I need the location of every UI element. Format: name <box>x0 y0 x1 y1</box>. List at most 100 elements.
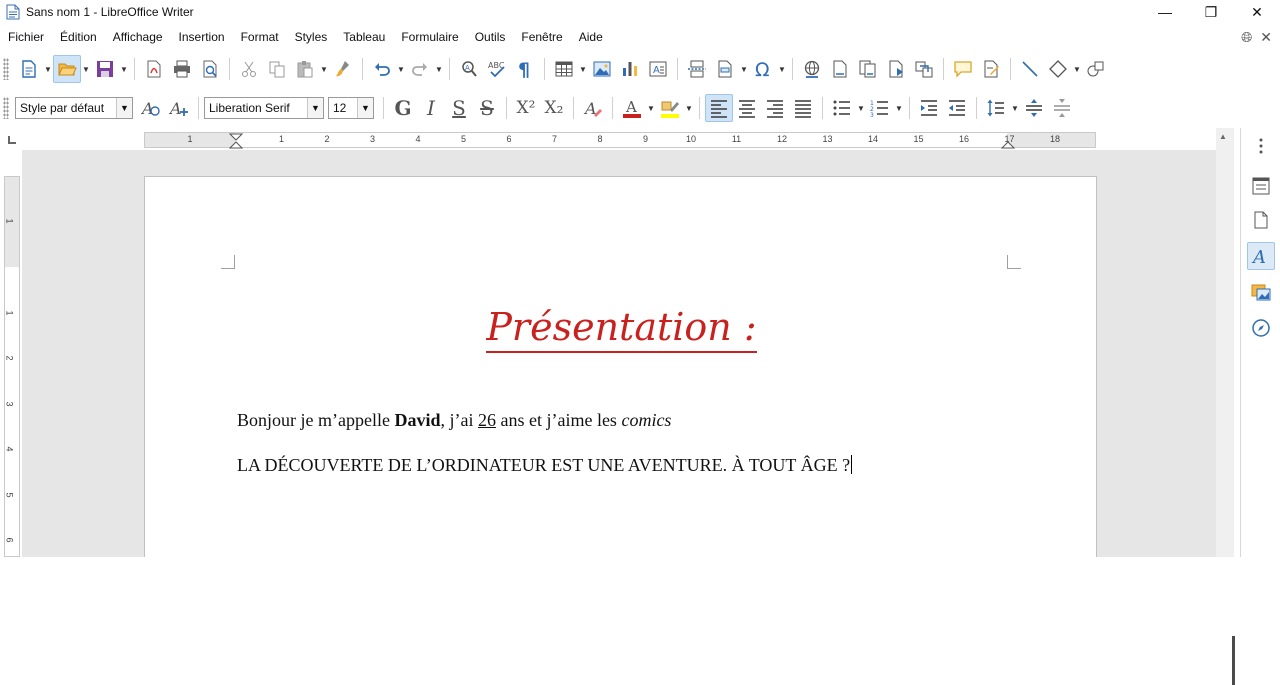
insert-table-button[interactable] <box>550 55 578 83</box>
insert-footnote-button[interactable] <box>826 55 854 83</box>
paste-button[interactable] <box>291 55 319 83</box>
chevron-down-icon[interactable]: ▼ <box>116 98 132 118</box>
menu-fenetre[interactable]: Fenêtre <box>513 30 570 44</box>
tab-stop-selector[interactable] <box>8 136 16 144</box>
insert-table-dropdown[interactable]: ▼ <box>578 55 588 83</box>
basic-shapes-dropdown[interactable]: ▼ <box>1072 55 1082 83</box>
sidebar-properties-button[interactable] <box>1247 172 1275 200</box>
insert-cross-reference-button[interactable] <box>910 55 938 83</box>
new-document-button[interactable] <box>15 55 43 83</box>
sidebar-gallery-button[interactable] <box>1247 278 1275 306</box>
sidebar-styles-button[interactable]: A <box>1247 242 1275 270</box>
draw-functions-button[interactable] <box>1082 55 1110 83</box>
print-preview-button[interactable] <box>196 55 224 83</box>
right-indent-marker-icon[interactable] <box>1001 133 1015 149</box>
unordered-list-dropdown[interactable]: ▼ <box>856 94 866 122</box>
undo-dropdown[interactable]: ▼ <box>396 55 406 83</box>
formatting-marks-button[interactable]: ¶ <box>511 55 539 83</box>
toolbar-grip[interactable] <box>3 97 9 119</box>
line-spacing-dropdown[interactable]: ▼ <box>1010 94 1020 122</box>
insert-special-character-button[interactable]: Ω <box>749 55 777 83</box>
menu-affichage[interactable]: Affichage <box>105 30 171 44</box>
insert-bookmark-button[interactable] <box>882 55 910 83</box>
sidebar-page-button[interactable] <box>1247 206 1275 234</box>
menu-aide[interactable]: Aide <box>571 30 611 44</box>
new-document-dropdown[interactable]: ▼ <box>43 55 53 83</box>
menu-edition[interactable]: Édition <box>52 30 105 44</box>
find-replace-button[interactable]: A <box>455 55 483 83</box>
highlight-color-button[interactable] <box>656 94 684 122</box>
globe-icon[interactable]: 🌐︎ <box>1241 29 1252 46</box>
save-dropdown[interactable]: ▼ <box>119 55 129 83</box>
paragraph-style-combo[interactable]: Style par défaut ▼ <box>15 97 133 119</box>
copy-button[interactable] <box>263 55 291 83</box>
menu-outils[interactable]: Outils <box>467 30 514 44</box>
unordered-list-button[interactable] <box>828 94 856 122</box>
menu-fichier[interactable]: Fichier <box>0 30 52 44</box>
ordered-list-button[interactable]: 123 <box>866 94 894 122</box>
spelling-button[interactable]: ABC <box>483 55 511 83</box>
insert-comment-button[interactable] <box>949 55 977 83</box>
font-name-combo[interactable]: Liberation Serif ▼ <box>204 97 324 119</box>
menu-format[interactable]: Format <box>233 30 287 44</box>
clone-formatting-button[interactable] <box>329 55 357 83</box>
line-spacing-button[interactable] <box>982 94 1010 122</box>
open-button[interactable] <box>53 55 81 83</box>
paragraph-uppercase[interactable]: LA DÉCOUVERTE DE L’ORDINATEUR EST UNE AV… <box>237 455 853 476</box>
sidebar-menu-button[interactable] <box>1247 132 1275 160</box>
document-page[interactable]: Présentation : Bonjour je m’appelle Davi… <box>144 176 1097 557</box>
insert-chart-button[interactable] <box>616 55 644 83</box>
font-size-combo[interactable]: 12 ▼ <box>328 97 374 119</box>
insert-field-button[interactable] <box>711 55 739 83</box>
left-indent-marker-icon[interactable] <box>229 133 243 149</box>
align-left-button[interactable] <box>705 94 733 122</box>
new-style-button[interactable]: A <box>165 94 193 122</box>
align-right-button[interactable] <box>761 94 789 122</box>
subscript-button[interactable]: X₂ <box>540 94 568 122</box>
increase-paragraph-spacing-button[interactable] <box>1020 94 1048 122</box>
insert-textbox-button[interactable]: A <box>644 55 672 83</box>
export-pdf-button[interactable] <box>140 55 168 83</box>
special-character-dropdown[interactable]: ▼ <box>777 55 787 83</box>
open-dropdown[interactable]: ▼ <box>81 55 91 83</box>
basic-shapes-button[interactable] <box>1044 55 1072 83</box>
decrease-paragraph-spacing-button[interactable] <box>1048 94 1076 122</box>
insert-page-break-button[interactable] <box>683 55 711 83</box>
insert-hyperlink-button[interactable] <box>798 55 826 83</box>
italic-button[interactable]: I <box>417 94 445 122</box>
insert-endnote-button[interactable] <box>854 55 882 83</box>
underline-button[interactable]: S <box>445 94 473 122</box>
menu-tableau[interactable]: Tableau <box>335 30 393 44</box>
font-color-button[interactable]: A <box>618 94 646 122</box>
insert-field-dropdown[interactable]: ▼ <box>739 55 749 83</box>
strikethrough-button[interactable]: S <box>473 94 501 122</box>
horizontal-ruler[interactable]: 1 1 2 3 4 5 6 7 8 9 10 11 12 13 14 15 16 17 18 <box>144 132 1096 149</box>
undo-button[interactable] <box>368 55 396 83</box>
close-document-icon[interactable]: ✕ <box>1260 29 1272 46</box>
menu-styles[interactable]: Styles <box>287 30 336 44</box>
font-color-dropdown[interactable]: ▼ <box>646 94 656 122</box>
toolbar-grip[interactable] <box>3 58 9 80</box>
align-center-button[interactable] <box>733 94 761 122</box>
scrollbar-thumb[interactable] <box>1232 636 1235 685</box>
cut-button[interactable] <box>235 55 263 83</box>
highlight-color-dropdown[interactable]: ▼ <box>684 94 694 122</box>
decrease-indent-button[interactable] <box>943 94 971 122</box>
update-style-button[interactable]: A <box>137 94 165 122</box>
insert-line-button[interactable] <box>1016 55 1044 83</box>
redo-button[interactable] <box>406 55 434 83</box>
bold-button[interactable]: G <box>389 94 417 122</box>
paste-dropdown[interactable]: ▼ <box>319 55 329 83</box>
restore-button[interactable]: ❐ <box>1188 0 1234 24</box>
vertical-scrollbar[interactable]: ▲ <box>1216 128 1235 685</box>
close-window-button[interactable]: ✕ <box>1234 0 1280 24</box>
paragraph-intro[interactable]: Bonjour je m’appelle David, j’ai 26 ans … <box>237 410 671 431</box>
scroll-up-arrow-icon[interactable]: ▲ <box>1219 132 1227 141</box>
vertical-ruler[interactable]: 1 1 2 3 4 5 6 <box>4 176 20 557</box>
insert-image-button[interactable] <box>588 55 616 83</box>
minimize-button[interactable]: — <box>1142 0 1188 24</box>
redo-dropdown[interactable]: ▼ <box>434 55 444 83</box>
document-heading[interactable]: Présentation : <box>145 305 1098 353</box>
save-button[interactable] <box>91 55 119 83</box>
chevron-down-icon[interactable]: ▼ <box>307 98 323 118</box>
